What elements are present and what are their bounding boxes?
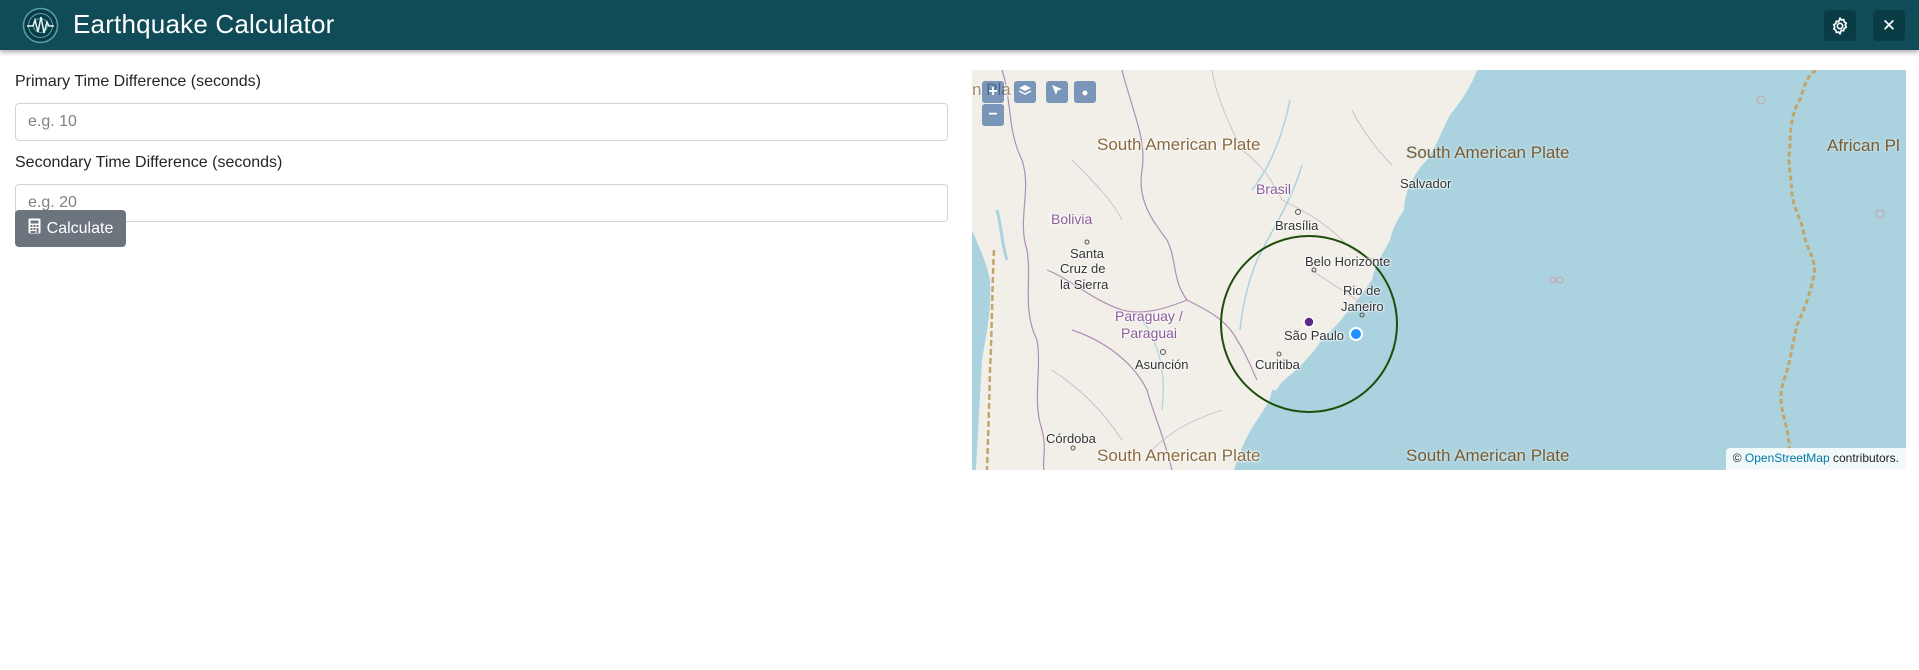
- plate-label: South American Plate: [1097, 446, 1261, 465]
- city-label-santa-cruz: la Sierra: [1060, 277, 1109, 292]
- city-label-santa-cruz: Cruz de: [1060, 261, 1106, 276]
- point-tool-button[interactable]: [1074, 81, 1096, 103]
- title-bar: Earthquake Calculator ✕: [0, 0, 1919, 50]
- app-title: Earthquake Calculator: [73, 9, 335, 39]
- map-view[interactable]: South American Plate South American Plat…: [972, 70, 1906, 470]
- station-marker: [1349, 327, 1363, 341]
- country-label-brasil: Brasil: [1256, 181, 1292, 197]
- city-label-belo-horizonte: Belo Horizonte: [1305, 254, 1391, 269]
- map-tiles: [972, 70, 1885, 470]
- close-icon: ✕: [1881, 16, 1897, 35]
- layers-button[interactable]: [1014, 81, 1036, 103]
- plate-label: South American Plate: [1406, 446, 1570, 465]
- country-label-paraguay: Paraguay /: [1115, 308, 1183, 324]
- primary-time-input[interactable]: [15, 103, 948, 141]
- city-label-santa-cruz: Santa: [1070, 246, 1104, 261]
- copyright-symbol: ©: [1732, 451, 1742, 465]
- attribution-suffix: contributors.: [1832, 451, 1899, 465]
- settings-button[interactable]: [1824, 10, 1856, 41]
- plate-label: South American Plate: [1097, 135, 1261, 154]
- layers-icon: [1018, 84, 1032, 100]
- openstreetmap-link[interactable]: OpenStreetMap: [1745, 451, 1830, 465]
- city-label-salvador: Salvador: [1400, 176, 1452, 191]
- city-label-sao-paulo: São Paulo: [1284, 328, 1344, 343]
- select-tool-button[interactable]: [1046, 81, 1068, 103]
- close-button[interactable]: ✕: [1873, 10, 1905, 41]
- country-label-bolivia: Bolivia: [1051, 211, 1093, 227]
- city-label-rio: Janeiro: [1341, 299, 1384, 314]
- city-label-asuncion: Asunción: [1135, 357, 1189, 372]
- calculator-icon: [28, 218, 41, 239]
- secondary-time-label: Secondary Time Difference (seconds): [15, 154, 283, 171]
- gear-icon: [1830, 16, 1850, 36]
- calculator-form: Primary Time Difference (seconds) Second…: [15, 70, 948, 247]
- plate-label: African Pl: [1827, 136, 1900, 155]
- zoom-in-button[interactable]: +: [982, 81, 1004, 103]
- primary-time-label: Primary Time Difference (seconds): [15, 73, 261, 90]
- city-label-brasilia: Brasília: [1275, 218, 1319, 233]
- city-label-cordoba: Córdoba: [1046, 431, 1096, 446]
- country-label-paraguai: Paraguai: [1121, 325, 1178, 341]
- seismograph-logo-icon: [22, 7, 59, 44]
- calculate-button[interactable]: Calculate: [15, 210, 126, 247]
- city-label-curitiba: Curitiba: [1255, 357, 1300, 372]
- zoom-out-button[interactable]: −: [982, 104, 1004, 126]
- map-attribution: © OpenStreetMap contributors.: [1725, 448, 1906, 470]
- secondary-time-input[interactable]: [15, 184, 948, 222]
- city-label-rio: Rio de: [1343, 283, 1381, 298]
- cursor-arrow-icon: [1051, 84, 1063, 100]
- calculate-button-label: Calculate: [46, 219, 114, 237]
- epicenter-marker: [1303, 316, 1315, 328]
- point-icon: [1082, 84, 1088, 100]
- plate-label: South American Plate: [1406, 143, 1570, 162]
